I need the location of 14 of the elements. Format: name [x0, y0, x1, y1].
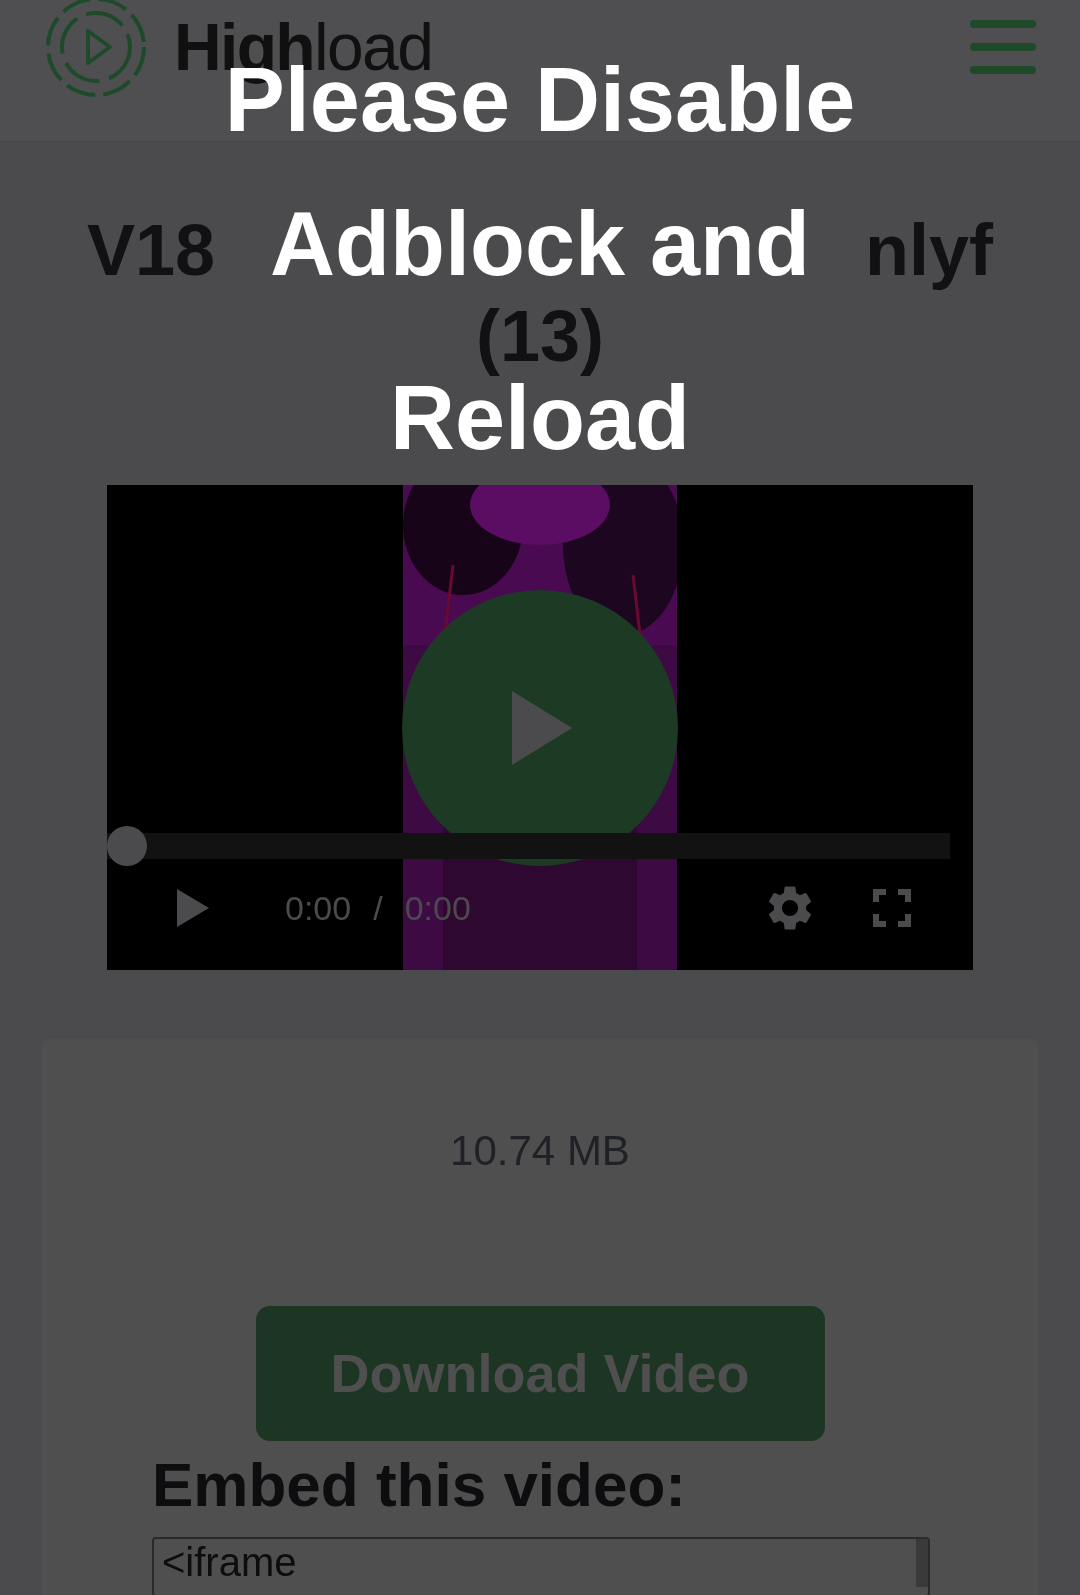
adblock-message: Adblock and — [269, 200, 810, 288]
menu-icon[interactable] — [970, 20, 1036, 74]
progress-track[interactable] — [107, 826, 950, 866]
fullscreen-icon[interactable] — [873, 889, 911, 927]
embed-heading: Embed this video: — [152, 1449, 687, 1521]
time-separator: / — [373, 887, 383, 929]
progress-thumb[interactable] — [107, 826, 147, 866]
duration: 0:00 — [404, 887, 471, 929]
current-time: 0:00 — [285, 887, 352, 929]
embed-code-field[interactable]: <iframe — [152, 1537, 930, 1595]
video-title: V18 — [87, 214, 216, 286]
logo-icon — [44, 0, 148, 99]
scrollbar[interactable] — [916, 1539, 928, 1587]
play-icon[interactable] — [177, 889, 209, 927]
